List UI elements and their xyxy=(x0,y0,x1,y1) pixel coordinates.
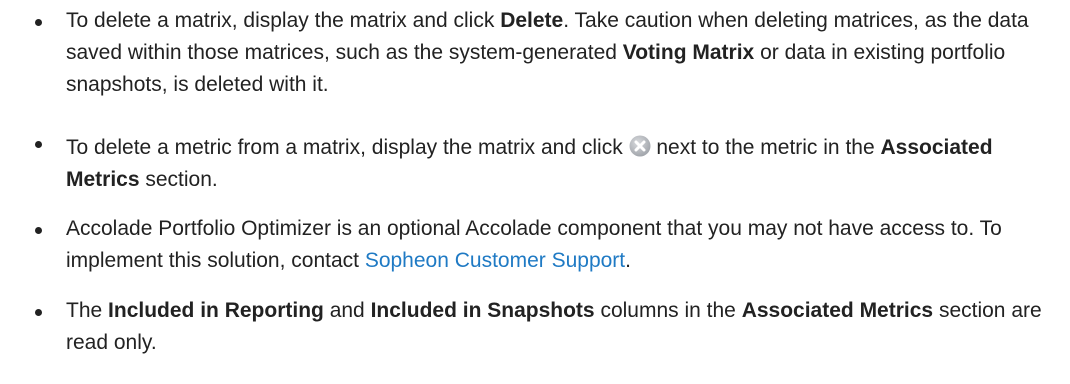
sopheon-support-link[interactable]: Sopheon Customer Support xyxy=(365,249,625,272)
list-item-optimizer: Accolade Portfolio Optimizer is an optio… xyxy=(0,213,1070,277)
list-item-delete-metric: To delete a metric from a matrix, displa… xyxy=(0,132,1070,196)
bullet-dot xyxy=(35,141,42,148)
text-segment: To delete a metric from a matrix, displa… xyxy=(66,136,629,159)
delete-label: Delete xyxy=(500,9,564,32)
delete-icon xyxy=(629,135,651,157)
associated-metrics-label: Associated Metrics xyxy=(741,299,934,322)
text-segment: . xyxy=(625,249,631,272)
text-segment: The xyxy=(66,299,109,322)
text-segment: and xyxy=(323,299,371,322)
text-segment: section. xyxy=(139,168,218,191)
bullet-dot xyxy=(35,227,42,234)
list-item-delete-matrix: To delete a matrix, display the matrix a… xyxy=(0,5,1070,101)
text-segment: To delete a matrix, display the matrix a… xyxy=(66,9,501,32)
text-segment: next to the metric in the xyxy=(650,136,881,159)
bullet-dot xyxy=(35,19,42,26)
bullet-dot xyxy=(35,309,42,316)
voting-matrix-label: Voting Matrix xyxy=(622,41,755,64)
text-segment: columns in the xyxy=(594,299,742,322)
included-in-snapshots-label: Included in Snapshots xyxy=(370,299,595,322)
document-body: To delete a matrix, display the matrix a… xyxy=(0,0,1070,384)
included-in-reporting-label: Included in Reporting xyxy=(108,299,324,322)
list-item-read-only: The Included in Reporting and Included i… xyxy=(0,295,1070,359)
